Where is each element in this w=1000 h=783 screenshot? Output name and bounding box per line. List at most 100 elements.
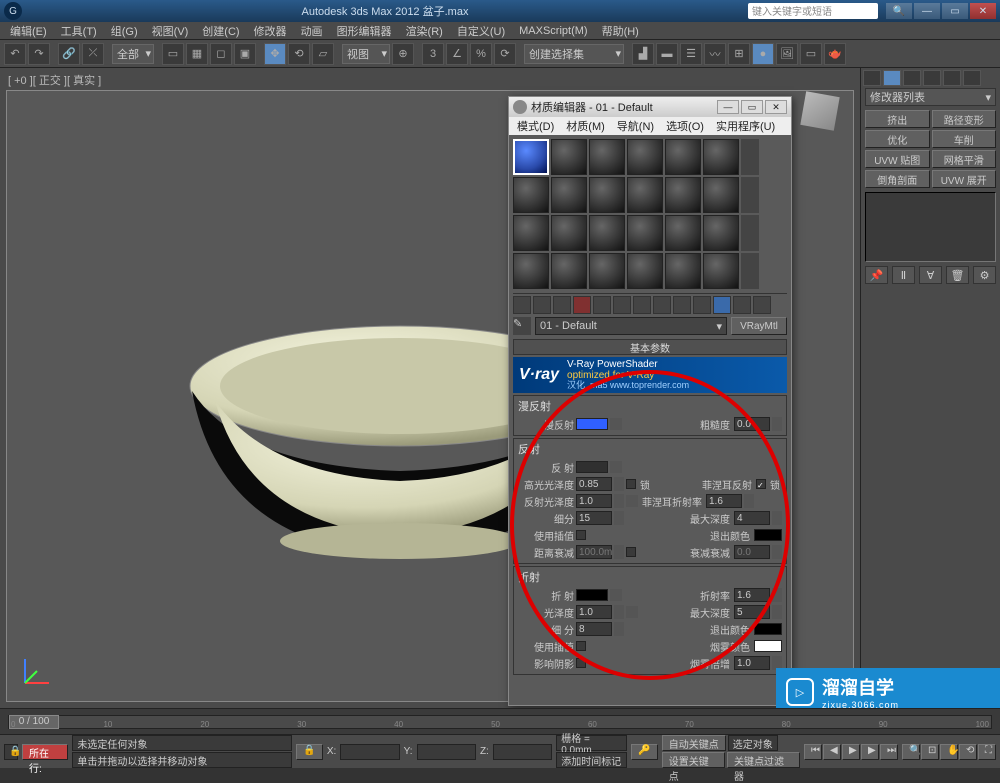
material-editor-titlebar[interactable]: 材质编辑器 - 01 - Default — ▭ ✕ <box>509 97 791 117</box>
me-close-button[interactable]: ✕ <box>765 100 787 114</box>
coord-z-input[interactable] <box>493 744 552 760</box>
viewcube[interactable] <box>790 90 850 140</box>
menu-maxscript[interactable]: MAXScript(M) <box>513 25 593 37</box>
swatch[interactable] <box>627 253 663 289</box>
percent-snap-button[interactable]: % <box>470 43 492 65</box>
mod-lathe[interactable]: 车削 <box>932 130 997 148</box>
swatch[interactable] <box>589 253 625 289</box>
swatch[interactable] <box>665 177 701 213</box>
selection-scope-dropdown[interactable]: 全部 <box>112 44 154 64</box>
window-crossing-button[interactable]: ▣ <box>234 43 256 65</box>
maximize-viewport-button[interactable]: ⛶ <box>978 744 996 760</box>
refract-color-swatch[interactable] <box>576 589 608 601</box>
region-rect-button[interactable]: ◻ <box>210 43 232 65</box>
pin-stack-button[interactable]: 📌 <box>865 266 888 284</box>
swatch-selected[interactable] <box>513 139 549 175</box>
prev-frame-button[interactable]: ◀ <box>823 744 841 760</box>
set-key-button[interactable]: 设置关键点 <box>662 752 725 768</box>
swatch[interactable] <box>665 139 701 175</box>
magnifier-icon[interactable]: 🔍 <box>886 3 912 19</box>
swatch[interactable] <box>627 177 663 213</box>
material-type-button[interactable]: VRayMtl <box>731 317 787 335</box>
modifier-list-dropdown[interactable]: 修改器列表▾ <box>865 88 996 106</box>
me-menu-nav[interactable]: 导航(N) <box>613 118 658 134</box>
show-map-button[interactable] <box>673 296 691 314</box>
fog-mult-spinner[interactable]: 1.0 <box>734 656 770 670</box>
pick-material-button[interactable]: ✎ <box>513 317 531 335</box>
modifier-stack[interactable] <box>865 192 996 262</box>
diffuse-map-button[interactable] <box>610 418 622 430</box>
affect-shadow-check[interactable] <box>576 658 586 668</box>
menu-tools[interactable]: 工具(T) <box>55 23 103 39</box>
swatch[interactable] <box>589 139 625 175</box>
named-selection-dropdown[interactable]: 创建选择集 <box>524 44 624 64</box>
key-mode-button[interactable]: 🔑 <box>631 744 657 760</box>
reflect-color-swatch[interactable] <box>576 461 608 473</box>
refr-gloss-spinner[interactable]: 1.0 <box>576 605 612 619</box>
swatch[interactable] <box>513 215 549 251</box>
help-search-input[interactable]: 键入关键字或短语 <box>748 3 878 19</box>
render-setup-button[interactable]: 🖼 <box>776 43 798 65</box>
menu-view[interactable]: 视图(V) <box>146 23 195 39</box>
menu-group[interactable]: 组(G) <box>105 23 144 39</box>
reset-button[interactable] <box>573 296 591 314</box>
menu-help[interactable]: 帮助(H) <box>596 23 645 39</box>
layers-button[interactable]: ☰ <box>680 43 702 65</box>
roughness-spinner[interactable]: 0.0 <box>734 417 770 431</box>
reflect-map-button[interactable] <box>610 461 622 473</box>
curve-editor-button[interactable]: 〰 <box>704 43 726 65</box>
go-parent-button[interactable] <box>713 296 731 314</box>
configure-sets-button[interactable]: ⚙ <box>973 266 996 284</box>
swatch[interactable] <box>703 177 739 213</box>
swatch-sidebar[interactable] <box>741 139 759 175</box>
unlink-button[interactable]: ⤫ <box>82 43 104 65</box>
refr-exit-color[interactable] <box>754 623 782 635</box>
menu-graph[interactable]: 图形编辑器 <box>331 23 398 39</box>
zoom-button[interactable]: 🔍 <box>902 744 920 760</box>
mod-meshsmooth[interactable]: 网格平滑 <box>932 150 997 168</box>
spinner-snap-button[interactable]: ⟳ <box>494 43 516 65</box>
undo-button[interactable]: ↶ <box>4 43 26 65</box>
redo-button[interactable]: ↷ <box>28 43 50 65</box>
scale-button[interactable]: ▱ <box>312 43 334 65</box>
mod-extrude[interactable]: 挤出 <box>865 110 930 128</box>
material-id-button[interactable] <box>653 296 671 314</box>
menu-render[interactable]: 渲染(R) <box>400 23 449 39</box>
auto-key-button[interactable]: 自动关键点 <box>662 735 726 751</box>
swatch[interactable] <box>551 215 587 251</box>
key-filter-button[interactable]: 关键点过滤器 <box>727 752 800 768</box>
refr-interp-check[interactable] <box>576 641 586 651</box>
swatch[interactable] <box>627 215 663 251</box>
menu-create[interactable]: 创建(C) <box>196 23 245 39</box>
swatch[interactable] <box>627 139 663 175</box>
refr-subdiv-spinner[interactable]: 8 <box>576 622 612 636</box>
refl-gloss-spinner[interactable]: 1.0 <box>576 494 612 508</box>
render-frame-button[interactable]: ▭ <box>800 43 822 65</box>
maximize-button[interactable]: ▭ <box>942 3 968 19</box>
mod-pathdeform[interactable]: 路径变形 <box>932 110 997 128</box>
goto-end-button[interactable]: ⏭ <box>880 744 898 760</box>
ior-spinner[interactable]: 1.6 <box>734 588 770 602</box>
select-button[interactable]: ▭ <box>162 43 184 65</box>
tab-hierarchy[interactable] <box>903 70 921 86</box>
go-sibling-button[interactable] <box>733 296 751 314</box>
swatch[interactable] <box>513 253 549 289</box>
make-copy-button[interactable] <box>593 296 611 314</box>
pivot-button[interactable]: ⊕ <box>392 43 414 65</box>
lock-selection-button[interactable]: 🔒 <box>296 744 322 760</box>
swatch[interactable] <box>551 253 587 289</box>
refr-maxdepth-spinner[interactable]: 5 <box>734 605 770 619</box>
snap-toggle-button[interactable]: 3 <box>422 43 444 65</box>
swatch[interactable] <box>589 215 625 251</box>
swatch[interactable] <box>589 177 625 213</box>
swatch[interactable] <box>703 215 739 251</box>
me-menu-mode[interactable]: 模式(D) <box>513 118 558 134</box>
link-button[interactable]: 🔗 <box>58 43 80 65</box>
swatch[interactable] <box>665 215 701 251</box>
swatch[interactable] <box>551 139 587 175</box>
select-name-button[interactable]: ▦ <box>186 43 208 65</box>
rollout-basic-params[interactable]: 基本参数 <box>513 339 787 355</box>
tab-modify[interactable] <box>883 70 901 86</box>
swatch[interactable] <box>703 139 739 175</box>
mod-bevelprofile[interactable]: 倒角剖面 <box>865 170 930 188</box>
